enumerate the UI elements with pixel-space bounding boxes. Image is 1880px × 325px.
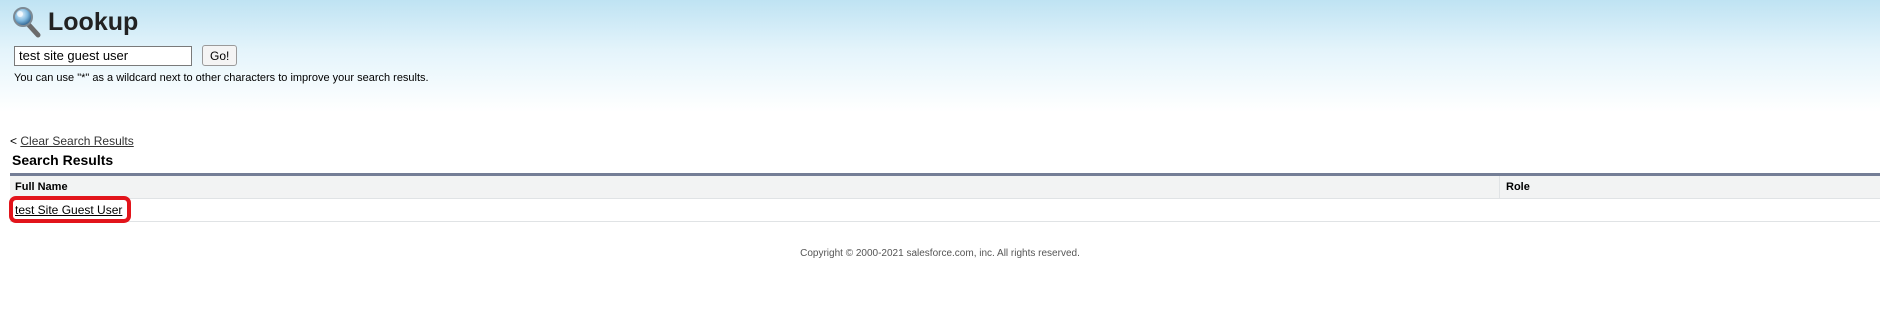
header-gradient (0, 0, 1880, 112)
clear-search-results-link[interactable]: Clear Search Results (20, 134, 133, 148)
table-header-row: Full Name Role (10, 176, 1880, 199)
column-header-role: Role (1506, 181, 1530, 193)
cell-role (1499, 199, 1505, 221)
cell-full-name: test Site Guest User (10, 199, 1499, 221)
page-header: Lookup (12, 6, 138, 38)
back-chevron: < (10, 134, 18, 148)
search-bar: Go! (14, 45, 238, 66)
search-input[interactable] (14, 45, 192, 66)
search-results-title: Search Results (12, 152, 114, 168)
column-header-full-name: Full Name (10, 176, 1500, 198)
copyright-footer: Copyright © 2000-2021 salesforce.com, in… (800, 248, 1080, 259)
magnifier-icon (12, 6, 42, 38)
search-hint: You can use "*" as a wildcard next to ot… (14, 72, 429, 84)
lookup-page: Lookup Go! You can use "*" as a wildcard… (0, 0, 1880, 325)
page-title: Lookup (48, 7, 139, 36)
result-link-full-name[interactable]: test Site Guest User (15, 203, 122, 217)
table-row: test Site Guest User (10, 199, 1880, 222)
go-button[interactable]: Go! (202, 45, 238, 66)
clear-results-row: < Clear Search Results (10, 134, 134, 148)
results-table: Full Name Role test Site Guest User (10, 173, 1880, 222)
